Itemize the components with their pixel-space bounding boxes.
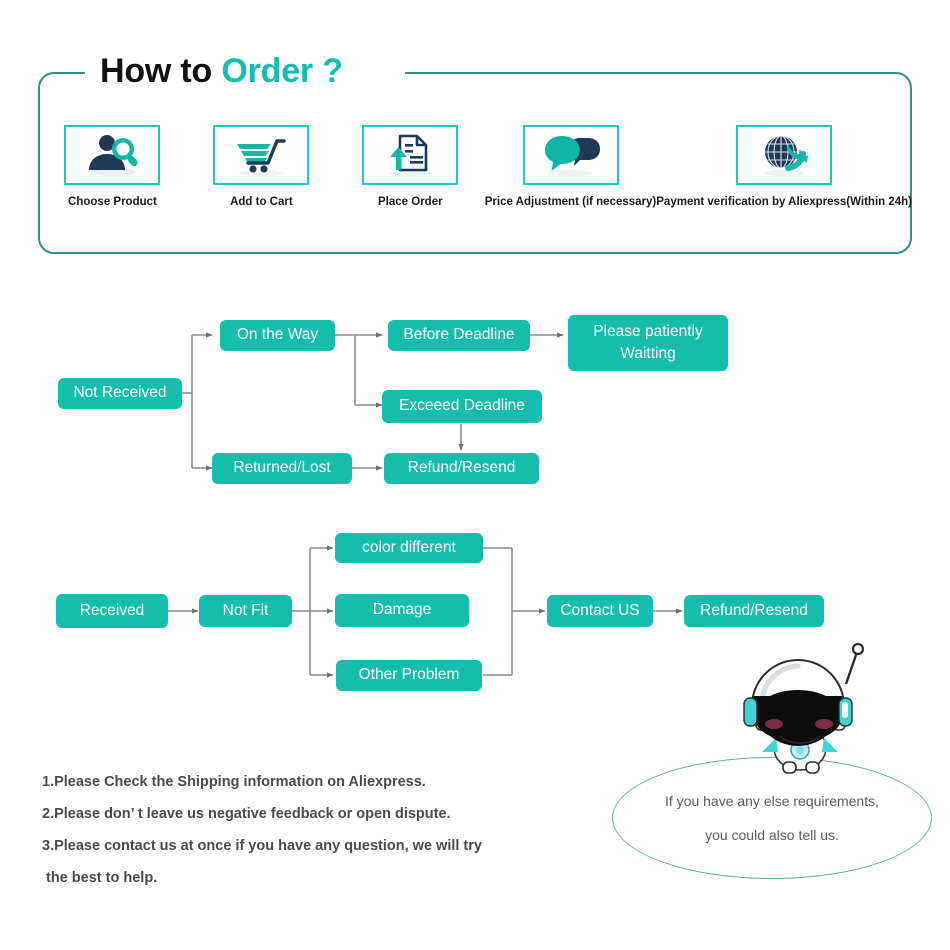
- note-item: 3.Please contact us at once if you have …: [42, 838, 482, 854]
- globe-refresh-icon: [755, 132, 813, 178]
- step-add-to-cart: Add to Cart: [187, 125, 336, 235]
- infographic-page: How to Order ? Choose Product Add to Car…: [0, 0, 950, 950]
- note-item: the best to help.: [42, 870, 158, 886]
- flow-box-on-the-way: On the Way: [220, 320, 335, 351]
- step-icon-box: [64, 125, 161, 185]
- flow-box-refund-resend-1: Refund/Resend: [384, 453, 539, 484]
- step-label: Payment verification by Aliexpress(Withi…: [656, 196, 913, 208]
- title-order: Order: [221, 52, 313, 90]
- flow-box-damage: Damage: [335, 594, 469, 627]
- step-payment-verification: Payment verification by Aliexpress(Withi…: [656, 125, 912, 235]
- step-icon-box: [213, 125, 310, 185]
- step-icon-box: [362, 125, 459, 185]
- flow-box-other-problem: Other Problem: [336, 660, 482, 691]
- document-upload-icon: [382, 132, 438, 178]
- note-item: 2.Please don’ t leave us negative feedba…: [42, 806, 451, 822]
- flow-box-refund-resend-2: Refund/Resend: [684, 595, 824, 627]
- title-how-to: How to: [100, 52, 213, 90]
- bubble-line: If you have any else requirements,: [664, 793, 879, 809]
- flow-box-not-fit: Not Fit: [199, 595, 292, 627]
- title-question-mark: ?: [322, 52, 343, 90]
- step-label: Price Adjustment (if necessary): [484, 196, 657, 208]
- flow-box-before-deadline: Before Deadline: [388, 320, 530, 351]
- flow-box-please-waitting: Please patiently Waitting: [568, 315, 728, 371]
- astronaut-mascot-icon: [728, 640, 878, 780]
- flow-box-color-different: color different: [335, 533, 483, 563]
- step-label: Place Order: [378, 196, 443, 208]
- shopping-cart-icon: [231, 132, 291, 178]
- step-label: Add to Cart: [230, 196, 293, 208]
- step-place-order: Place Order: [336, 125, 485, 235]
- step-icon-box: [736, 125, 833, 185]
- step-label: Choose Product: [68, 196, 157, 208]
- step-icon-box: [522, 125, 619, 185]
- step-price-adjustment: Price Adjustment (if necessary): [484, 125, 657, 235]
- bubble-line: you could also tell us.: [705, 827, 839, 843]
- notes-list: 1.Please Check the Shipping information …: [42, 766, 642, 894]
- person-search-icon: [81, 132, 143, 178]
- flow-box-exceeed-deadline: Exceeed Deadline: [382, 390, 542, 423]
- speech-bubbles-icon: [540, 132, 602, 178]
- flow-box-received: Received: [56, 594, 168, 628]
- page-title: How to Order ?: [100, 52, 343, 91]
- order-steps-row: Choose Product Add to Cart Place Order P…: [38, 125, 912, 235]
- note-item: 1.Please Check the Shipping information …: [42, 774, 426, 790]
- flow-box-contact-us: Contact US: [547, 595, 653, 627]
- step-choose-product: Choose Product: [38, 125, 187, 235]
- flow-box-not-received: Not Received: [58, 378, 182, 409]
- flow-box-returned-lost: Returned/Lost: [212, 453, 352, 484]
